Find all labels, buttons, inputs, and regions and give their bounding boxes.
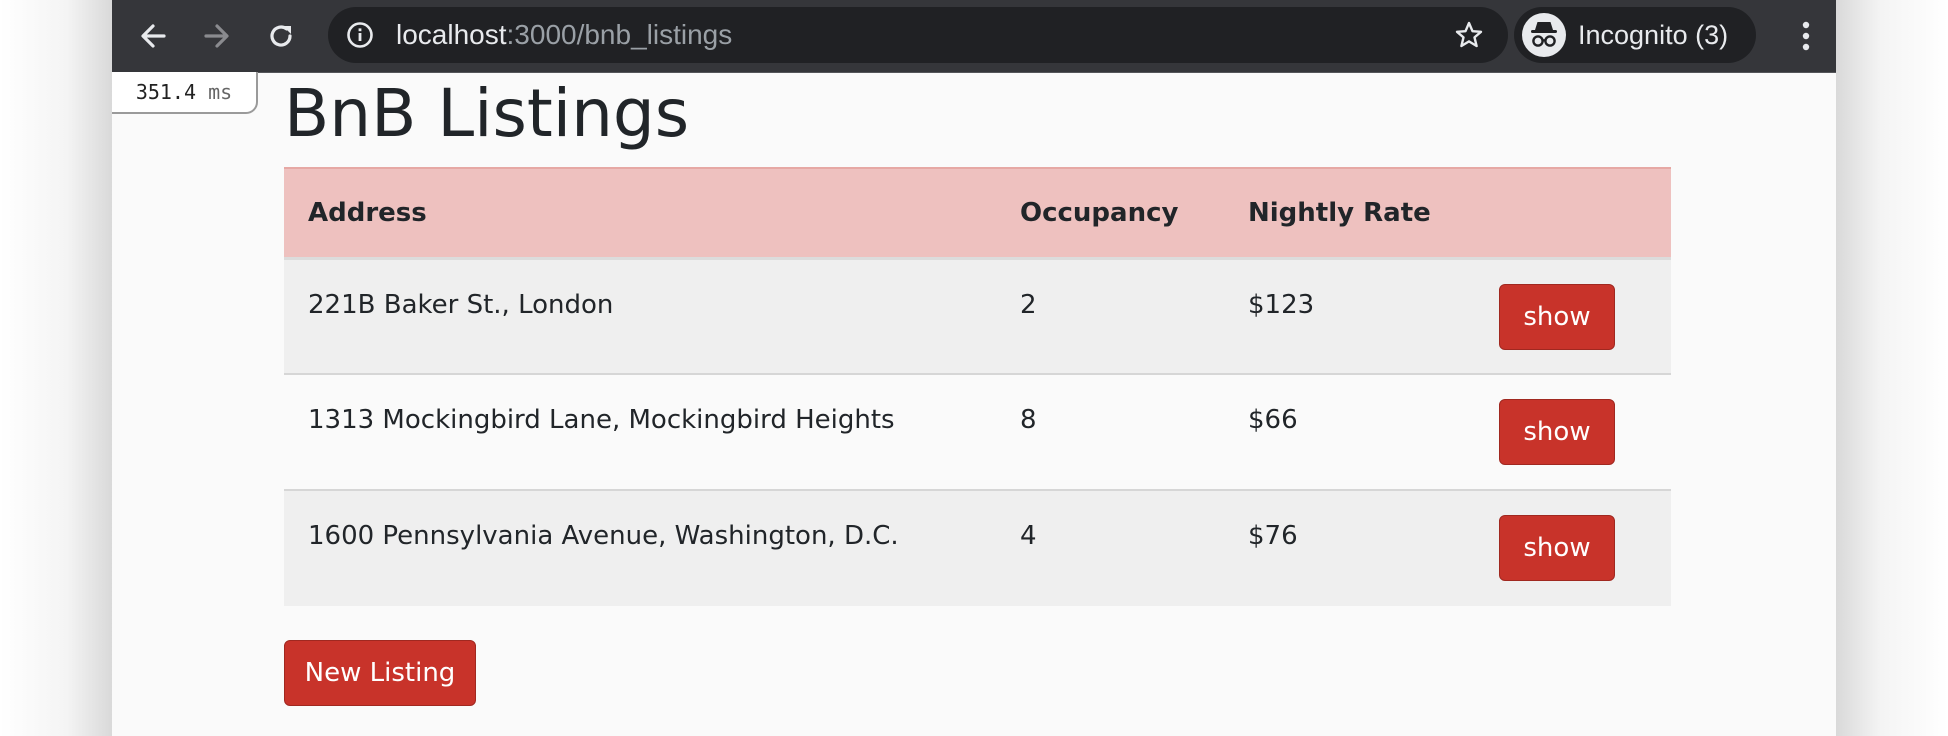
new-listing-button[interactable]: New Listing [284,640,476,706]
cell-nightly-rate: $76 [1248,521,1298,551]
show-button[interactable]: show [1499,399,1615,465]
cell-action: show [1476,374,1671,490]
cell-action: show [1476,258,1671,374]
info-icon[interactable] [346,21,374,49]
arrow-left-icon [141,24,166,48]
left-backdrop [0,0,112,736]
table-header-row: Address Occupancy Nightly Rate [284,168,1671,258]
listings-table: Address Occupancy Nightly Rate 221B Bake… [284,167,1671,606]
cell-address: 1313 Mockingbird Lane, Mockingbird Heigh… [308,405,895,435]
url-text[interactable]: localhost:3000/bnb_listings [396,7,732,63]
header-nightly-rate: Nightly Rate [1248,197,1431,228]
incognito-profile-button[interactable]: Incognito (3) [1514,7,1756,63]
page-title: BnB Listings [284,75,690,152]
profiler-timing-badge[interactable]: 351.4 ms [112,72,258,114]
url-host: localhost [396,19,507,50]
cell-nightly-rate: $66 [1248,405,1298,435]
header-actions [1476,168,1671,258]
profile-label: Incognito (3) [1578,20,1729,50]
table-row: 221B Baker St., London 2 $123 show [284,258,1671,374]
reload-button[interactable] [257,12,305,60]
table-row: 1313 Mockingbird Lane, Mockingbird Heigh… [284,374,1671,490]
address-bar[interactable]: localhost:3000/bnb_listings [328,7,1508,63]
cell-occupancy: 4 [1020,521,1037,551]
bookmark-star-icon[interactable] [1454,20,1484,50]
show-button[interactable]: show [1499,515,1615,581]
show-button[interactable]: show [1499,283,1615,350]
forward-button[interactable] [193,12,241,60]
incognito-icon [1522,13,1566,57]
reload-icon [270,25,292,47]
right-backdrop [1836,0,1948,736]
cell-occupancy: 8 [1020,405,1037,435]
browser-window: localhost:3000/bnb_listings Incognito (3… [112,0,1836,736]
timing-value: 351.4 [135,80,197,104]
cell-address: 1600 Pennsylvania Avenue, Washington, D.… [308,521,899,551]
cell-nightly-rate: $123 [1248,289,1315,320]
arrow-right-icon [204,24,229,48]
cell-action: show [1476,490,1671,606]
url-path: :3000/bnb_listings [506,19,733,50]
kebab-menu-icon[interactable] [1786,16,1826,56]
header-address: Address [308,197,427,228]
header-occupancy: Occupancy [1020,197,1179,228]
cell-address: 221B Baker St., London [308,289,614,320]
table-row: 1600 Pennsylvania Avenue, Washington, D.… [284,490,1671,606]
timing-unit: ms [208,80,233,104]
back-button[interactable] [129,12,177,60]
cell-occupancy: 2 [1020,289,1037,320]
browser-toolbar: localhost:3000/bnb_listings Incognito (3… [112,0,1836,73]
